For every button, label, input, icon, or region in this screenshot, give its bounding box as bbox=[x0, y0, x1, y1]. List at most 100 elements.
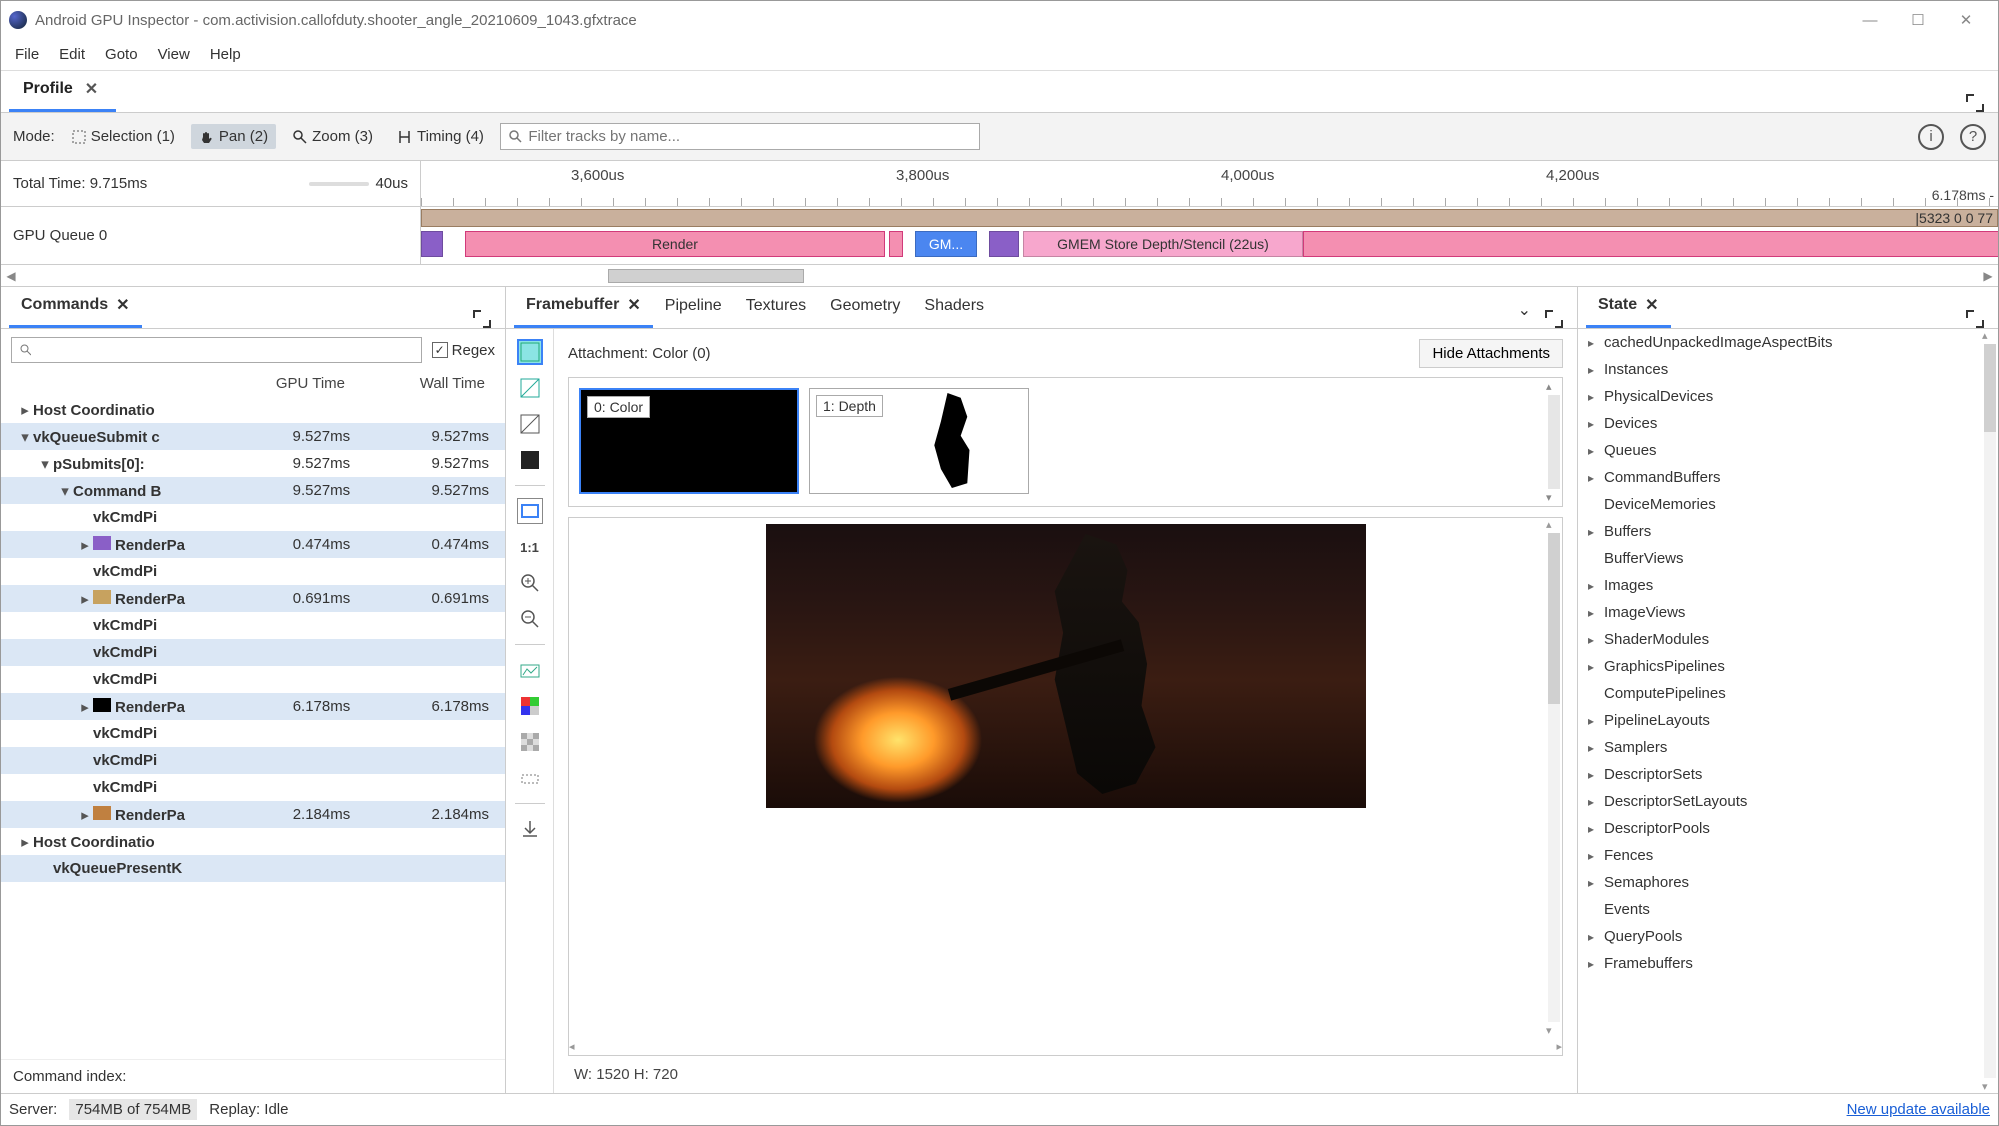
thumb-depth[interactable]: 1: Depth bbox=[809, 388, 1029, 494]
tab-shaders[interactable]: Shaders bbox=[912, 287, 996, 328]
state-item[interactable]: ▸GraphicsPipelines bbox=[1578, 653, 1998, 680]
regex-checkbox[interactable]: ✓ Regex bbox=[432, 342, 495, 359]
menu-file[interactable]: File bbox=[5, 42, 49, 67]
caret-icon[interactable]: ▸ bbox=[1588, 579, 1604, 593]
filter-tracks-input[interactable] bbox=[500, 123, 980, 150]
tab-state-close-icon[interactable]: ✕ bbox=[1645, 295, 1658, 315]
expander-icon[interactable]: ▸ bbox=[77, 698, 93, 716]
state-item[interactable]: Events bbox=[1578, 896, 1998, 923]
fb-tool-zoom-out[interactable] bbox=[517, 606, 543, 632]
tab-textures[interactable]: Textures bbox=[734, 287, 818, 328]
fb-tool-overdraw[interactable] bbox=[517, 411, 543, 437]
track-top-bar[interactable]: |5323 0 0 77 bbox=[421, 209, 1998, 227]
fb-tool-checker[interactable] bbox=[517, 729, 543, 755]
state-vscroll[interactable]: ▴▾ bbox=[1982, 329, 1998, 1093]
caret-icon[interactable]: ▸ bbox=[1588, 822, 1604, 836]
command-row[interactable]: vkCmdPi bbox=[1, 504, 505, 531]
caret-icon[interactable]: ▸ bbox=[1588, 876, 1604, 890]
help-icon[interactable]: ? bbox=[1960, 124, 1986, 150]
minimize-button[interactable]: — bbox=[1846, 5, 1894, 35]
update-link[interactable]: New update available bbox=[1847, 1101, 1990, 1118]
caret-icon[interactable]: ▸ bbox=[1588, 471, 1604, 485]
maximize-button[interactable]: ☐ bbox=[1894, 5, 1942, 35]
range-slider[interactable]: 40us bbox=[309, 175, 408, 192]
fb-tool-histogram[interactable] bbox=[517, 657, 543, 683]
state-item[interactable]: ▸ShaderModules bbox=[1578, 626, 1998, 653]
viewer-vscroll[interactable]: ▴▾ bbox=[1546, 518, 1562, 1037]
command-row[interactable]: vkCmdPi bbox=[1, 747, 505, 774]
scroll-right-icon[interactable]: ▶ bbox=[1978, 269, 1998, 283]
scroll-thumb[interactable] bbox=[608, 269, 804, 283]
state-item[interactable]: ComputePipelines bbox=[1578, 680, 1998, 707]
caret-icon[interactable]: ▸ bbox=[1588, 741, 1604, 755]
commands-tree[interactable]: ▸Host Coordinatio▾vkQueueSubmit c9.527ms… bbox=[1, 396, 505, 1059]
state-item[interactable]: ▸Images bbox=[1578, 572, 1998, 599]
command-row[interactable]: vkCmdPi bbox=[1, 720, 505, 747]
expander-icon[interactable]: ▾ bbox=[17, 428, 33, 446]
state-item[interactable]: ▸Samplers bbox=[1578, 734, 1998, 761]
state-item[interactable]: DeviceMemories bbox=[1578, 491, 1998, 518]
block-store[interactable]: GMEM Store Depth/Stencil (22us) bbox=[1023, 231, 1303, 257]
state-item[interactable]: ▸PhysicalDevices bbox=[1578, 383, 1998, 410]
caret-icon[interactable]: ▸ bbox=[1588, 849, 1604, 863]
timeline-ruler[interactable]: 3,600us 3,800us 4,000us 4,200us 6.178ms … bbox=[421, 161, 1998, 206]
state-item[interactable]: ▸Queues bbox=[1578, 437, 1998, 464]
scroll-left-icon[interactable]: ◀ bbox=[1, 269, 21, 283]
command-row[interactable]: ▸RenderPa2.184ms2.184ms bbox=[1, 801, 505, 828]
caret-icon[interactable]: ▸ bbox=[1588, 336, 1604, 350]
block-gm[interactable]: GM... bbox=[915, 231, 977, 257]
command-row[interactable]: ▾vkQueueSubmit c9.527ms9.527ms bbox=[1, 423, 505, 450]
state-item[interactable]: ▸Instances bbox=[1578, 356, 1998, 383]
caret-icon[interactable]: ▸ bbox=[1588, 390, 1604, 404]
expander-icon[interactable]: ▸ bbox=[77, 536, 93, 554]
fb-tool-actual-size[interactable]: 1:1 bbox=[517, 534, 543, 560]
fb-tool-fit[interactable] bbox=[517, 498, 543, 524]
hide-attachments-button[interactable]: Hide Attachments bbox=[1419, 339, 1563, 368]
timeline-hscrollbar[interactable]: ◀ ▶ bbox=[1, 265, 1998, 287]
caret-icon[interactable]: ▸ bbox=[1588, 660, 1604, 674]
fb-tool-wireframe[interactable] bbox=[517, 375, 543, 401]
command-row[interactable]: ▸RenderPa6.178ms6.178ms bbox=[1, 693, 505, 720]
fb-tool-color[interactable] bbox=[517, 339, 543, 365]
state-item[interactable]: ▸Devices bbox=[1578, 410, 1998, 437]
block-purple-2[interactable] bbox=[989, 231, 1019, 257]
thumb-color[interactable]: 0: Color bbox=[579, 388, 799, 494]
block-render-tail[interactable] bbox=[1303, 231, 1998, 257]
block-render-thin[interactable] bbox=[889, 231, 903, 257]
state-item[interactable]: ▸ImageViews bbox=[1578, 599, 1998, 626]
menu-help[interactable]: Help bbox=[200, 42, 251, 67]
chevron-down-icon[interactable]: ⌄ bbox=[1510, 292, 1539, 328]
framebuffer-expand-icon[interactable] bbox=[1545, 310, 1563, 328]
viewer-hscroll[interactable]: ◂▸ bbox=[569, 1037, 1562, 1055]
state-item[interactable]: ▸CommandBuffers bbox=[1578, 464, 1998, 491]
state-item[interactable]: ▸cachedUnpackedImageAspectBits bbox=[1578, 329, 1998, 356]
tab-pipeline[interactable]: Pipeline bbox=[653, 287, 734, 328]
mode-pan[interactable]: Pan (2) bbox=[191, 124, 276, 149]
command-row[interactable]: ▾pSubmits[0]:9.527ms9.527ms bbox=[1, 450, 505, 477]
command-row[interactable]: ▾Command B9.527ms9.527ms bbox=[1, 477, 505, 504]
caret-icon[interactable]: ▸ bbox=[1588, 795, 1604, 809]
commands-expand-icon[interactable] bbox=[473, 310, 491, 328]
expander-icon[interactable]: ▸ bbox=[77, 590, 93, 608]
state-item[interactable]: ▸Buffers bbox=[1578, 518, 1998, 545]
tab-state[interactable]: State ✕ bbox=[1586, 287, 1671, 328]
expander-icon[interactable]: ▾ bbox=[37, 455, 53, 473]
mode-zoom[interactable]: Zoom (3) bbox=[284, 124, 381, 149]
thumbs-vscroll[interactable]: ▴▾ bbox=[1546, 378, 1562, 506]
command-row[interactable]: vkQueuePresentK bbox=[1, 855, 505, 882]
command-row[interactable]: vkCmdPi bbox=[1, 774, 505, 801]
state-item[interactable]: ▸QueryPools bbox=[1578, 923, 1998, 950]
menu-view[interactable]: View bbox=[148, 42, 200, 67]
tab-profile-close-icon[interactable]: ✕ bbox=[81, 79, 102, 99]
state-item[interactable]: ▸Fences bbox=[1578, 842, 1998, 869]
menu-edit[interactable]: Edit bbox=[49, 42, 95, 67]
fb-tool-zoom-in[interactable] bbox=[517, 570, 543, 596]
tab-framebuffer-close-icon[interactable]: ✕ bbox=[627, 295, 640, 315]
state-item[interactable]: ▸Semaphores bbox=[1578, 869, 1998, 896]
expander-icon[interactable]: ▸ bbox=[17, 833, 33, 851]
command-row[interactable]: ▸RenderPa0.474ms0.474ms bbox=[1, 531, 505, 558]
state-item[interactable]: ▸Framebuffers bbox=[1578, 950, 1998, 977]
state-item[interactable]: BufferViews bbox=[1578, 545, 1998, 572]
mode-timing[interactable]: Timing (4) bbox=[389, 124, 492, 149]
expander-icon[interactable]: ▾ bbox=[57, 482, 73, 500]
